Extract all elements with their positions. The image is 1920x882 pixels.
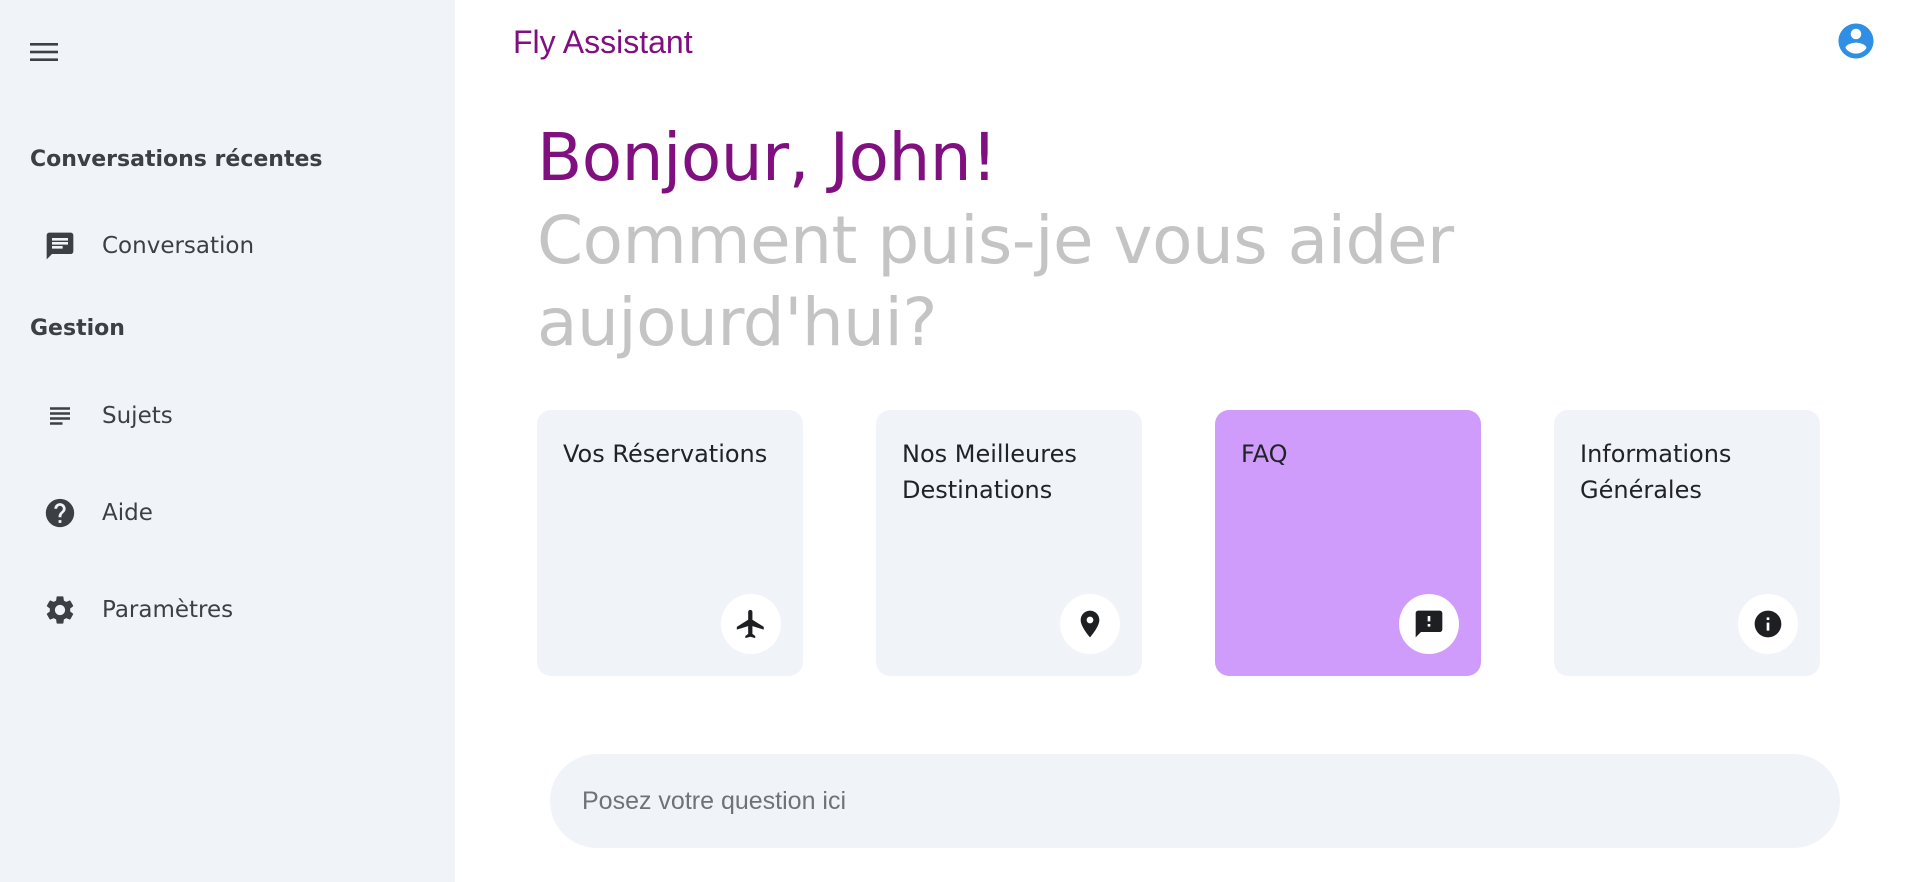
sidebar-item-conversation[interactable]: Conversation	[30, 216, 425, 276]
sidebar-item-help[interactable]: Aide	[30, 483, 425, 543]
sidebar-item-label: Paramètres	[102, 597, 234, 623]
subject-lines-icon	[30, 386, 90, 446]
card-reservations[interactable]: Vos Réservations	[537, 410, 803, 676]
sidebar-item-label: Conversation	[102, 233, 255, 259]
sidebar-item-settings[interactable]: Paramètres	[30, 580, 425, 640]
location-pin-icon	[1060, 594, 1120, 654]
chat-icon	[30, 216, 90, 276]
sidebar-item-label: Sujets	[102, 403, 173, 429]
greeting-subtitle: Comment puis-je vous aider aujourd'hui?	[537, 202, 1454, 361]
card-destinations[interactable]: Nos Meilleures Destinations	[876, 410, 1142, 676]
sidebar: Conversations récentes Conversation Gest…	[0, 0, 455, 882]
sidebar-item-label: Aide	[102, 500, 153, 526]
help-icon	[30, 483, 90, 543]
section-title-recent: Conversations récentes	[30, 147, 323, 172]
card-label: Vos Réservations	[563, 440, 768, 468]
gear-icon	[30, 580, 90, 640]
feedback-icon	[1399, 594, 1459, 654]
card-label: Nos Meilleures Destinations	[902, 440, 1077, 504]
info-icon	[1738, 594, 1798, 654]
card-label: Informations Générales	[1580, 440, 1732, 504]
sidebar-item-subjects[interactable]: Sujets	[30, 386, 425, 446]
account-button[interactable]	[1835, 20, 1877, 62]
app-title: Fly Assistant	[513, 24, 693, 60]
hamburger-menu-icon	[30, 43, 58, 61]
airplane-icon	[721, 594, 781, 654]
section-title-manage: Gestion	[30, 316, 125, 341]
card-general-info[interactable]: Informations Générales	[1554, 410, 1820, 676]
account-circle-icon	[1838, 23, 1874, 59]
card-label: FAQ	[1241, 440, 1288, 468]
card-faq[interactable]: FAQ	[1215, 410, 1481, 676]
greeting-heading: Bonjour, John!	[537, 119, 998, 196]
menu-button[interactable]	[24, 32, 64, 72]
main-content: Fly Assistant Bonjour, John! Comment pui…	[455, 0, 1920, 882]
question-input[interactable]	[550, 754, 1840, 848]
